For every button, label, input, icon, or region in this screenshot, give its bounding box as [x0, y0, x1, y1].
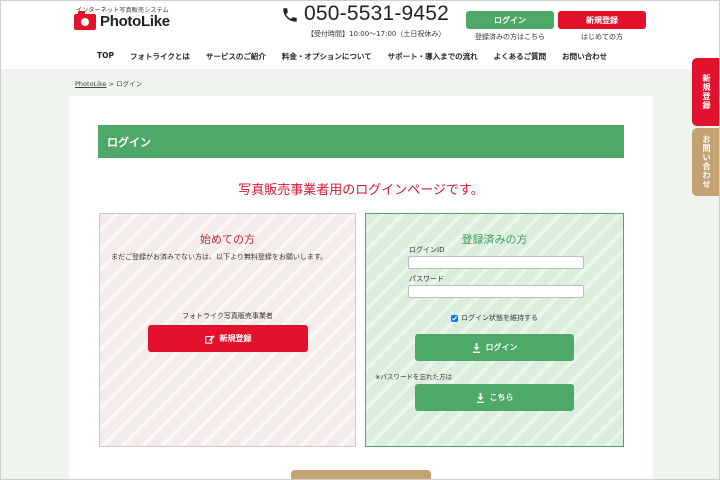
breadcrumb: PhotoLike > ログイン — [75, 78, 142, 88]
header-login-subtext: 登録済みの方はこちら — [475, 33, 545, 41]
password-label: パスワード — [409, 275, 444, 283]
nav-item-services[interactable]: サービスのご紹介 — [198, 51, 274, 62]
phone-hours: 【受付時間】10:00〜17:00（土日祝休み） — [307, 30, 446, 38]
forgot-password-text: ※パスワードを忘れた方は — [375, 373, 452, 381]
breadcrumb-separator: > — [106, 80, 117, 88]
header-signup-button[interactable]: 新規登録 — [558, 11, 646, 29]
login-id-label: ログインID — [409, 246, 445, 254]
side-tab-contact[interactable]: お問い合わせ — [692, 128, 719, 196]
login-id-input[interactable] — [408, 256, 584, 269]
camera-icon — [74, 10, 96, 30]
password-input[interactable] — [408, 285, 584, 298]
phone-number: 050-5531-9452 — [304, 2, 450, 25]
bottom-gold-button[interactable] — [291, 470, 431, 479]
browser-frame: インターネット写真販売システム PhotoLike 050-5531-9452 … — [0, 0, 720, 480]
breadcrumb-home-link[interactable]: PhotoLike — [75, 80, 107, 88]
page-title-bar: ログイン — [98, 125, 624, 158]
site-header: インターネット写真販売システム PhotoLike 050-5531-9452 … — [1, 1, 719, 69]
pencil-square-icon — [204, 334, 215, 344]
breadcrumb-current: ログイン — [116, 80, 143, 88]
remember-login-option[interactable]: ログイン状態を維持する — [366, 313, 623, 323]
side-tab-contact-label: お問い合わせ — [702, 135, 711, 189]
download-arrow-icon — [472, 342, 480, 353]
login-button-label: ログイン — [485, 343, 518, 352]
main-nav: TOP フォトライクとは サービスのご紹介 料金・オプションについて サポート・… — [89, 51, 615, 62]
nav-item-about[interactable]: フォトライクとは — [122, 51, 198, 62]
registered-user-title: 登録済みの方 — [461, 233, 528, 246]
phone-icon — [283, 8, 297, 22]
new-user-title: 始めての方 — [200, 233, 255, 246]
signup-button[interactable]: 新規登録 — [148, 325, 308, 352]
new-user-panel: 始めての方 まだご登録がお済みでない方は、以下より無料登録をお願いします。 フォ… — [99, 213, 356, 447]
nav-item-top[interactable]: TOP — [89, 51, 122, 62]
header-signup-subtext: はじめての方 — [581, 33, 623, 41]
nav-item-pricing[interactable]: 料金・オプションについて — [274, 51, 380, 62]
side-tab-signup-label: 新規登録 — [702, 74, 711, 110]
nav-item-contact[interactable]: お問い合わせ — [554, 51, 615, 62]
forgot-password-button[interactable]: こちら — [415, 384, 574, 411]
remember-login-label: ログイン状態を維持する — [461, 314, 538, 322]
page-title: ログイン — [107, 135, 151, 149]
new-user-caption: フォトライク写真販売事業者 — [182, 312, 273, 320]
forgot-password-button-label: こちら — [489, 393, 514, 402]
remember-login-checkbox[interactable] — [451, 314, 458, 322]
logo-text: PhotoLike — [100, 13, 170, 30]
nav-item-support[interactable]: サポート・導入までの流れ — [380, 51, 486, 62]
signup-button-label: 新規登録 — [219, 334, 252, 343]
login-button[interactable]: ログイン — [415, 334, 574, 361]
site-logo[interactable]: PhotoLike — [74, 10, 170, 30]
page-heading: 写真販売事業者用のログインページです。 — [238, 183, 484, 198]
registered-user-panel: 登録済みの方 ログインID パスワード ログイン状態を維持する ログイン ※パス… — [365, 213, 624, 447]
download-arrow-icon — [476, 392, 484, 403]
new-user-description: まだご登録がお済みでない方は、以下より無料登録をお願いします。 — [111, 253, 328, 261]
nav-item-faq[interactable]: よくあるご質問 — [486, 51, 555, 62]
header-login-button[interactable]: ログイン — [466, 11, 554, 29]
side-tab-signup[interactable]: 新規登録 — [692, 58, 719, 126]
